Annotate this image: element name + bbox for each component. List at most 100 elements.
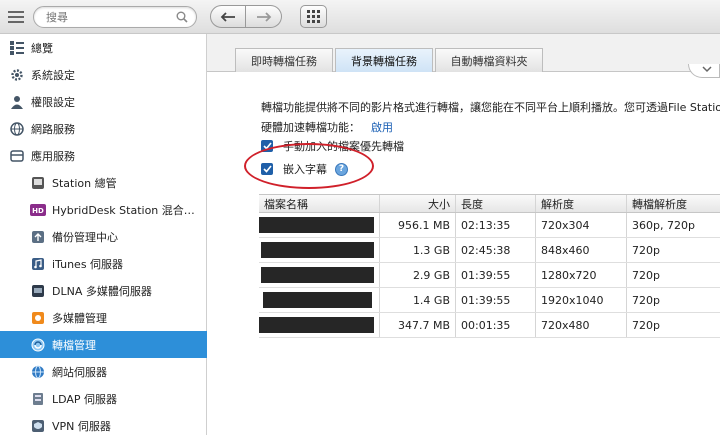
- user-icon: [9, 94, 25, 110]
- length-cell: 01:39:55: [456, 263, 536, 287]
- tab-bar: 即時轉檔任務 背景轉檔任務 自動轉檔資料夾: [207, 34, 720, 78]
- sidebar-item-network-services[interactable]: 網路服務: [0, 115, 207, 142]
- redacted-filename: [259, 317, 374, 333]
- itunes-icon: [30, 256, 46, 272]
- globe-icon: [9, 121, 25, 137]
- sidebar-item-label: Station 總管: [52, 176, 117, 190]
- grid-icon: [307, 10, 320, 23]
- file-name-cell: [259, 213, 380, 237]
- size-cell: 956.1 MB: [380, 213, 456, 237]
- sidebar-item-web-server[interactable]: 網站伺服器: [0, 358, 207, 385]
- target-resolution-cell: 720p: [632, 293, 660, 307]
- dlna-icon: [30, 283, 46, 299]
- table-row[interactable]: 2.9 GB 01:39:55 1280x720 720p: [259, 263, 720, 288]
- table-row[interactable]: 956.1 MB 02:13:35 720x304 360p, 720p: [259, 213, 720, 238]
- sidebar-item-system-settings[interactable]: 系統設定: [0, 61, 207, 88]
- svg-text:HD: HD: [32, 207, 44, 215]
- search-input[interactable]: [46, 10, 176, 25]
- redacted-filename: [259, 217, 374, 233]
- transcode-icon: [30, 337, 46, 353]
- sidebar-item-label: 轉檔管理: [52, 338, 96, 352]
- file-name-cell: [259, 288, 380, 312]
- app-grid-button[interactable]: [300, 5, 327, 28]
- tab-background-transcode[interactable]: 背景轉檔任務: [335, 48, 433, 72]
- hd-icon: HD: [30, 202, 46, 218]
- tab-realtime-transcode[interactable]: 即時轉檔任務: [235, 48, 333, 72]
- sidebar-item-applications[interactable]: 應用服務: [0, 142, 207, 169]
- tab-label: 自動轉檔資料夾: [450, 54, 528, 68]
- sidebar-item-hybriddesk[interactable]: HD HybridDesk Station 混合…: [0, 196, 207, 223]
- sidebar-item-label: 網路服務: [31, 122, 75, 136]
- sidebar-item-label: iTunes 伺服器: [52, 257, 124, 271]
- header-name[interactable]: 檔案名稱: [259, 195, 380, 212]
- redacted-filename: [261, 267, 374, 283]
- station-manager-icon: [30, 175, 46, 191]
- tab-auto-transcode-folder[interactable]: 自動轉檔資料夾: [435, 48, 543, 72]
- sidebar-item-itunes[interactable]: iTunes 伺服器: [0, 250, 207, 277]
- description-text: 轉檔功能提供將不同的影片格式進行轉檔，讓您能在不同平台上順利播放。您可透過Fil…: [261, 101, 720, 114]
- back-button[interactable]: [210, 5, 246, 28]
- apps-icon: [9, 148, 25, 164]
- multimedia-icon: [30, 310, 46, 326]
- sidebar-item-label: DLNA 多媒體伺服器: [52, 284, 152, 298]
- sidebar-item-label: 權限設定: [31, 95, 75, 109]
- file-name-cell: [259, 238, 380, 262]
- resolution-cell: 1920x1040: [536, 288, 627, 312]
- sidebar-item-dlna[interactable]: DLNA 多媒體伺服器: [0, 277, 207, 304]
- resolution-cell: 1280x720: [536, 263, 627, 287]
- tab-label: 背景轉檔任務: [351, 54, 417, 68]
- target-resolution-cell: 720p: [632, 243, 660, 257]
- length-cell: 02:13:35: [456, 213, 536, 237]
- redacted-filename: [261, 242, 374, 258]
- size-cell: 1.3 GB: [380, 238, 456, 262]
- length-cell: 01:39:55: [456, 288, 536, 312]
- backup-icon: [30, 229, 46, 245]
- sidebar-item-label: 多媒體管理: [52, 311, 107, 325]
- tab-label: 即時轉檔任務: [251, 54, 317, 68]
- search-box[interactable]: [33, 6, 197, 28]
- arrow-left-icon: [220, 11, 235, 22]
- header-size[interactable]: 大小: [380, 195, 456, 212]
- hw-accel-value: 啟用: [371, 121, 393, 134]
- sidebar: 總覽 系統設定 權限設定 網路服務 應用服務 Station 總管 HD Hyb…: [0, 34, 207, 435]
- menu-icon[interactable]: [8, 8, 24, 24]
- header-target-resolution[interactable]: 轉檔解析度: [627, 195, 720, 212]
- sidebar-item-label: 備份管理中心: [52, 230, 118, 244]
- gear-icon: [9, 67, 25, 83]
- top-bar: [0, 0, 720, 34]
- sidebar-item-label: LDAP 伺服器: [52, 392, 118, 406]
- sidebar-item-label: 總覽: [31, 41, 53, 55]
- sidebar-item-label: 網站伺服器: [52, 365, 107, 379]
- table-row[interactable]: 347.7 MB 00:01:35 720x480 720p: [259, 313, 720, 338]
- search-icon[interactable]: [176, 11, 188, 23]
- sidebar-item-backup-manager[interactable]: 備份管理中心: [0, 223, 207, 250]
- target-resolution-cell: 360p, 720p: [632, 218, 695, 232]
- sidebar-item-label: VPN 伺服器: [52, 419, 111, 433]
- size-cell: 347.7 MB: [380, 313, 456, 337]
- table-row[interactable]: 1.4 GB 01:39:55 1920x1040 720p: [259, 288, 720, 313]
- resolution-cell: 720x304: [536, 213, 627, 237]
- header-length[interactable]: 長度: [456, 195, 536, 212]
- size-cell: 1.4 GB: [380, 288, 456, 312]
- table-row[interactable]: 1.3 GB 02:45:38 848x460 720p: [259, 238, 720, 263]
- forward-button[interactable]: [246, 5, 282, 28]
- highlight-ellipse: [244, 143, 374, 189]
- sidebar-item-privileges[interactable]: 權限設定: [0, 88, 207, 115]
- web-server-icon: [30, 364, 46, 380]
- file-name-cell: [259, 263, 380, 287]
- header-resolution[interactable]: 解析度: [536, 195, 627, 212]
- sidebar-item-station-manager[interactable]: Station 總管: [0, 169, 207, 196]
- size-cell: 2.9 GB: [380, 263, 456, 287]
- sidebar-item-ldap[interactable]: LDAP 伺服器: [0, 385, 207, 412]
- ldap-icon: [30, 391, 46, 407]
- transcode-table: 檔案名稱 大小 長度 解析度 轉檔解析度 956.1 MB 02:13:35 7…: [259, 194, 720, 338]
- sidebar-item-transcode[interactable]: 轉檔管理: [0, 331, 207, 358]
- sidebar-item-overview[interactable]: 總覽: [0, 34, 207, 61]
- sidebar-item-label: 系統設定: [31, 68, 75, 82]
- table-header: 檔案名稱 大小 長度 解析度 轉檔解析度: [259, 194, 720, 213]
- sidebar-item-multimedia[interactable]: 多媒體管理: [0, 304, 207, 331]
- hw-accel-label: 硬體加速轉檔功能：: [261, 121, 360, 134]
- sidebar-item-label: HybridDesk Station 混合…: [52, 203, 195, 217]
- length-cell: 00:01:35: [456, 313, 536, 337]
- overview-icon: [9, 40, 25, 56]
